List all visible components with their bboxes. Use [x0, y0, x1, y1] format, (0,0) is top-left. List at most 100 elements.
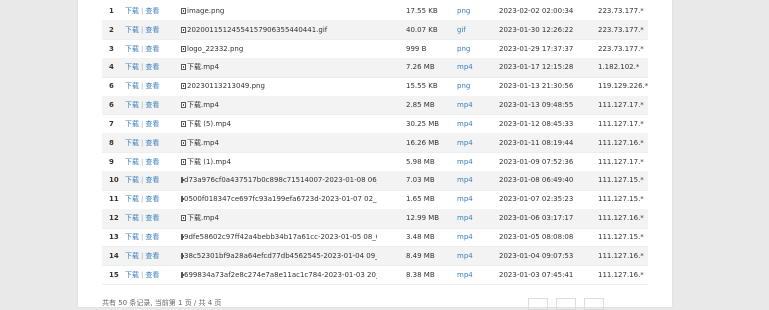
view-link[interactable]: 查看: [145, 176, 159, 184]
file-name-cell[interactable]: 下载 (1).mp4: [181, 157, 377, 167]
file-name[interactable]: 38c52301bf9a28a64efcd77db4562545-2023-01…: [184, 252, 377, 260]
file-type: mp4: [457, 214, 473, 223]
file-name-cell[interactable]: 699834a73af2e8c274e7a8e11ac1c784-2023-01…: [181, 271, 377, 279]
upload-date: 2023-01-13 21:30:56: [499, 82, 574, 91]
download-link[interactable]: 下载: [125, 120, 139, 128]
file-name-cell[interactable]: 下载.mp4: [181, 138, 377, 148]
pagination[interactable]: [528, 298, 604, 310]
file-type: png: [457, 82, 471, 91]
row-number: 11: [109, 195, 119, 204]
file-icon: [181, 83, 186, 90]
uploader-ip: 111.127.17.*: [598, 157, 644, 166]
file-name[interactable]: 下载.mp4: [187, 213, 219, 223]
row-actions: 下载 | 查看: [125, 270, 160, 279]
file-name-cell[interactable]: 38c52301bf9a28a64efcd77db4562545-2023-01…: [181, 252, 377, 260]
uploader-ip: 119.129.226.*: [598, 82, 649, 91]
file-type: mp4: [457, 138, 473, 147]
download-link[interactable]: 下载: [125, 63, 139, 71]
upload-date: 2023-01-12 08:45:33: [499, 119, 574, 128]
view-link[interactable]: 查看: [145, 82, 159, 90]
file-name-cell[interactable]: 下载 (5).mp4: [181, 119, 377, 129]
page-next-button[interactable]: [584, 298, 604, 310]
record-summary: 共有 50 条记录, 当前第 1 页 / 共 4 页: [102, 299, 222, 307]
download-link[interactable]: 下载: [125, 252, 139, 260]
row-number: 12: [109, 214, 119, 223]
file-icon: [181, 196, 184, 203]
file-name[interactable]: 20200115124554157906355440441.gif: [187, 26, 327, 34]
view-link[interactable]: 查看: [145, 120, 159, 128]
file-name[interactable]: 下载 (1).mp4: [187, 157, 231, 167]
download-link[interactable]: 下载: [125, 139, 139, 147]
view-link[interactable]: 查看: [145, 252, 159, 260]
file-icon: [181, 271, 184, 278]
upload-date: 2023-01-29 17:37:37: [499, 44, 574, 53]
view-link[interactable]: 查看: [145, 7, 159, 15]
view-link[interactable]: 查看: [145, 139, 159, 147]
file-name-cell[interactable]: image.png: [181, 7, 377, 15]
uploader-ip: 223.73.177.*: [598, 25, 644, 34]
row-number: 4: [109, 63, 114, 72]
view-link[interactable]: 查看: [145, 214, 159, 222]
file-name-cell[interactable]: d73a976cf0a437517b0c898c71514007-2023-01…: [181, 176, 377, 184]
uploader-ip: 111.127.16.*: [598, 214, 644, 223]
file-name[interactable]: 20230113213049.png: [187, 82, 265, 90]
file-type: mp4: [457, 101, 473, 110]
row-actions: 下载 | 查看: [125, 101, 160, 110]
file-name-cell[interactable]: 下载.mp4: [181, 100, 377, 110]
download-link[interactable]: 下载: [125, 214, 139, 222]
download-link[interactable]: 下载: [125, 7, 139, 15]
page-prev-button[interactable]: [528, 298, 548, 310]
file-name[interactable]: 9dfe58602c97ff42a4bebb34b17a61cc-2023-01…: [184, 233, 377, 241]
file-name[interactable]: 下载.mp4: [187, 100, 219, 110]
file-name[interactable]: 699834a73af2e8c274e7a8e11ac1c784-2023-01…: [184, 271, 377, 279]
upload-date: 2023-01-04 09:07:53: [499, 251, 574, 260]
view-link[interactable]: 查看: [145, 158, 159, 166]
file-name[interactable]: image.png: [187, 7, 224, 15]
file-icon: [181, 158, 186, 165]
row-actions: 下载 | 查看: [125, 63, 160, 72]
upload-date: 2023-01-09 07:52:36: [499, 157, 574, 166]
download-link[interactable]: 下载: [125, 101, 139, 109]
table-row: 4 下载 | 查看 下载.mp4 7.26 MB mp4 2023-01-17 12…: [102, 58, 648, 78]
download-link[interactable]: 下载: [125, 271, 139, 279]
row-actions: 下载 | 查看: [125, 195, 160, 204]
file-name-cell[interactable]: logo_22332.png: [181, 45, 377, 53]
file-name-cell[interactable]: 0500f018347ce697fc93a199efa6723d-2023-01…: [181, 195, 377, 203]
row-actions: 下载 | 查看: [125, 119, 160, 128]
view-link[interactable]: 查看: [145, 233, 159, 241]
file-name[interactable]: 0500f018347ce697fc93a199efa6723d-2023-01…: [184, 195, 377, 203]
view-link[interactable]: 查看: [145, 26, 159, 34]
table-row: 6 下载 | 查看 下载.mp4 2.85 MB mp4 2023-01-13 09…: [102, 95, 648, 116]
file-name[interactable]: 下载.mp4: [187, 138, 219, 148]
download-link[interactable]: 下载: [125, 45, 139, 53]
view-link[interactable]: 查看: [145, 195, 159, 203]
table-row: 12 下载 | 查看 下载.mp4 12.99 MB mp4 2023-01-06 …: [102, 208, 648, 229]
file-icon: [181, 215, 186, 222]
table-row: 14 下载 | 查看 38c52301bf9a28a64efcd77db456254…: [102, 246, 648, 267]
file-name-cell[interactable]: 下载.mp4: [181, 213, 377, 223]
view-link[interactable]: 查看: [145, 45, 159, 53]
file-name[interactable]: 下载 (5).mp4: [187, 119, 231, 129]
page-1-button[interactable]: [556, 298, 576, 310]
file-size: 30.25 MB: [406, 119, 440, 128]
view-link[interactable]: 查看: [145, 101, 159, 109]
download-link[interactable]: 下载: [125, 26, 139, 34]
file-size: 7.26 MB: [406, 63, 435, 72]
file-name-cell[interactable]: 20200115124554157906355440441.gif: [181, 26, 377, 34]
file-name[interactable]: logo_22332.png: [187, 45, 243, 53]
view-link[interactable]: 查看: [145, 63, 159, 71]
download-link[interactable]: 下载: [125, 195, 139, 203]
download-link[interactable]: 下载: [125, 233, 139, 241]
upload-date: 2023-01-17 12:15:28: [499, 63, 574, 72]
file-name-cell[interactable]: 20230113213049.png: [181, 82, 377, 90]
download-link[interactable]: 下载: [125, 176, 139, 184]
file-name[interactable]: d73a976cf0a437517b0c898c71514007-2023-01…: [184, 176, 377, 184]
row-number: 3: [109, 44, 114, 53]
file-name[interactable]: 下载.mp4: [187, 62, 219, 72]
download-link[interactable]: 下载: [125, 158, 139, 166]
file-name-cell[interactable]: 下载.mp4: [181, 62, 377, 72]
download-link[interactable]: 下载: [125, 82, 139, 90]
view-link[interactable]: 查看: [145, 271, 159, 279]
file-name-cell[interactable]: 9dfe58602c97ff42a4bebb34b17a61cc-2023-01…: [181, 233, 377, 241]
table-row: 15 下载 | 查看 699834a73af2e8c274e7a8e11ac1c78…: [102, 265, 648, 286]
